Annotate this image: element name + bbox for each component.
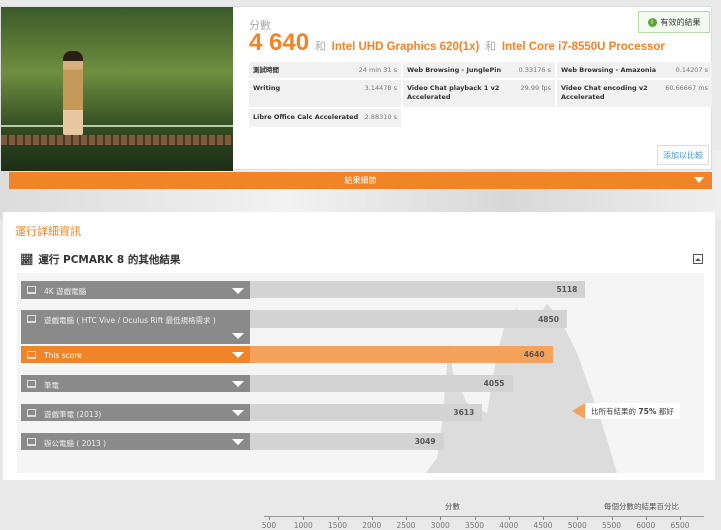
comparison-row-label[interactable]: 遊戲筆電 (2013): [21, 404, 250, 421]
percentile-tooltip: 比所有結果的 75% 都好: [572, 403, 680, 419]
detail-name: Video Chat playback 1 v2 Accelerated: [407, 84, 500, 101]
detail-name: Writing: [253, 84, 281, 92]
x-tick-label: 500: [261, 521, 277, 530]
computer-icon: [27, 438, 36, 446]
x-tick-mark: [680, 516, 681, 520]
computer-icon: [27, 286, 36, 294]
x-axis: [264, 516, 704, 517]
row-label: This score: [44, 351, 82, 360]
x-tick-label: 2000: [362, 521, 382, 530]
y-axis-label: 每個分數的結果百分比: [604, 502, 679, 511]
x-tick-mark: [645, 516, 647, 520]
x-tick-mark: [508, 516, 510, 520]
row-label: 遊戲筆電 (2013): [44, 410, 102, 419]
chevron-down-icon[interactable]: [232, 333, 244, 339]
comparison-row-label[interactable]: 筆電: [21, 375, 250, 392]
add-to-compare-button[interactable]: 添加以比較: [657, 145, 709, 165]
tooltip-percent: 75%: [638, 406, 657, 416]
computer-icon: [27, 315, 36, 323]
computer-icon: [27, 409, 36, 417]
tooltip-suffix: 都好: [658, 406, 674, 416]
cpu-link[interactable]: Intel Core i7-8550U Processor: [502, 41, 665, 53]
info-icon: i: [647, 17, 657, 27]
x-tick-mark: [303, 516, 305, 520]
result-details-toggle[interactable]: 結果細節: [9, 172, 712, 189]
score-bar: 3049: [250, 433, 444, 450]
chevron-down-icon[interactable]: [232, 439, 244, 445]
detail-value: 0.33176 s: [518, 66, 551, 74]
x-tick-label: 3000: [430, 521, 450, 530]
detail-value: 60.66667 ms: [665, 84, 708, 92]
chevron-down-icon[interactable]: [232, 410, 244, 416]
detail-name: Libre Office Calc Accelerated: [253, 113, 359, 121]
x-tick-mark: [577, 516, 579, 520]
row-label: 4K 遊戲電腦: [44, 287, 87, 296]
detail-value: 3.14478 s: [364, 84, 397, 92]
valid-result-badge: i 有效的結果: [638, 11, 710, 33]
x-tick-mark: [543, 516, 544, 520]
score-bar: 4055: [250, 375, 513, 392]
x-tick-mark: [611, 516, 613, 520]
x-tick-label: 6500: [670, 521, 690, 530]
score-bar: 5118: [250, 281, 586, 298]
detail-value: 2.88310 s: [364, 113, 397, 121]
x-tick-label: 6000: [636, 521, 656, 530]
details-bar-label: 結果細節: [344, 176, 377, 185]
comparison-row-label[interactable]: 辦公電腦 ( 2013 ): [21, 433, 250, 450]
row-label: 遊戲電腦 ( HTC Vive / Oculus Rift 最低規格需求 ): [44, 316, 216, 325]
x-tick-label: 2500: [396, 521, 416, 530]
computer-icon: [27, 380, 36, 388]
chart-icon: 📈︎: [20, 254, 34, 266]
section-subtitle: 📈︎ 運行 PCMARK 8 的其他結果: [20, 252, 180, 267]
x-tick-mark: [406, 516, 407, 520]
x-tick-label: 4000: [499, 521, 519, 530]
chevron-down-icon[interactable]: [232, 381, 244, 387]
result-photo: [1, 7, 233, 171]
valid-label: 有效的結果: [660, 17, 701, 27]
score-bar: 4850: [250, 310, 567, 328]
score-bar: 3613: [250, 404, 483, 421]
row-label: 筆電: [44, 381, 59, 390]
x-tick-mark: [440, 516, 442, 520]
x-tick-label: 5500: [601, 521, 622, 530]
detail-name: Web Browsing - JunglePin: [407, 66, 502, 74]
x-tick-mark: [371, 516, 373, 520]
detail-name: Video Chat encoding v2 Accelerated: [561, 84, 648, 101]
x-tick-label: 5000: [567, 521, 587, 530]
detail-name: Web Browsing - Amazonia: [561, 66, 657, 74]
collapse-button[interactable]: [693, 254, 703, 264]
x-tick-label: 1500: [327, 521, 348, 530]
chevron-down-icon: [694, 177, 704, 183]
comparison-row-label[interactable]: 4K 遊戲電腦: [21, 281, 250, 299]
x-tick-mark: [474, 516, 476, 520]
detail-value: 29.99 fps: [520, 84, 551, 92]
score-headline: 4 640 和 Intel UHD Graphics 620(1x) 和 Int…: [249, 29, 665, 57]
comparison-row-label[interactable]: 遊戲電腦 ( HTC Vive / Oculus Rift 最低規格需求 ): [21, 310, 250, 344]
section-title: 運行詳細資訊: [15, 225, 81, 238]
score-bar: 4640: [250, 346, 553, 363]
row-label: 辦公電腦 ( 2013 ): [44, 439, 107, 448]
and-text: 和: [485, 40, 497, 53]
subtitle-text: 運行 PCMARK 8 的其他結果: [38, 254, 181, 266]
score-comparison-chart: 5118 4K 遊戲電腦 4850 遊戲電腦 ( HTC Vive / Oculus …: [17, 273, 704, 530]
chevron-down-icon[interactable]: [232, 288, 244, 294]
x-axis-label: 分數: [445, 502, 460, 511]
gpu-link[interactable]: Intel UHD Graphics 620(1x): [332, 41, 480, 53]
x-tick-label: 4500: [533, 521, 553, 530]
x-tick-label: 3500: [464, 521, 485, 530]
run-details-section: 運行詳細資訊 📈︎ 運行 PCMARK 8 的其他結果 5118 4K 遊戲電腦 48…: [3, 212, 715, 530]
detail-name: 測試時間: [253, 66, 279, 74]
score-value: 4 640: [249, 29, 310, 56]
trophy-icon: [27, 351, 36, 359]
x-tick-mark: [337, 516, 339, 520]
x-tick-mark: [269, 516, 270, 520]
tooltip-prefix: 比所有結果的: [591, 406, 636, 416]
detail-value: 0.14207 s: [675, 66, 708, 74]
result-card: 分數 4 640 和 Intel UHD Graphics 620(1x) 和 …: [0, 6, 712, 171]
and-text: 和: [314, 40, 326, 53]
detail-value: 24 min 31 s: [358, 66, 397, 74]
comparison-row-label[interactable]: This score: [21, 346, 250, 363]
chevron-down-icon[interactable]: [232, 352, 244, 358]
x-tick-label: 1000: [293, 521, 313, 530]
